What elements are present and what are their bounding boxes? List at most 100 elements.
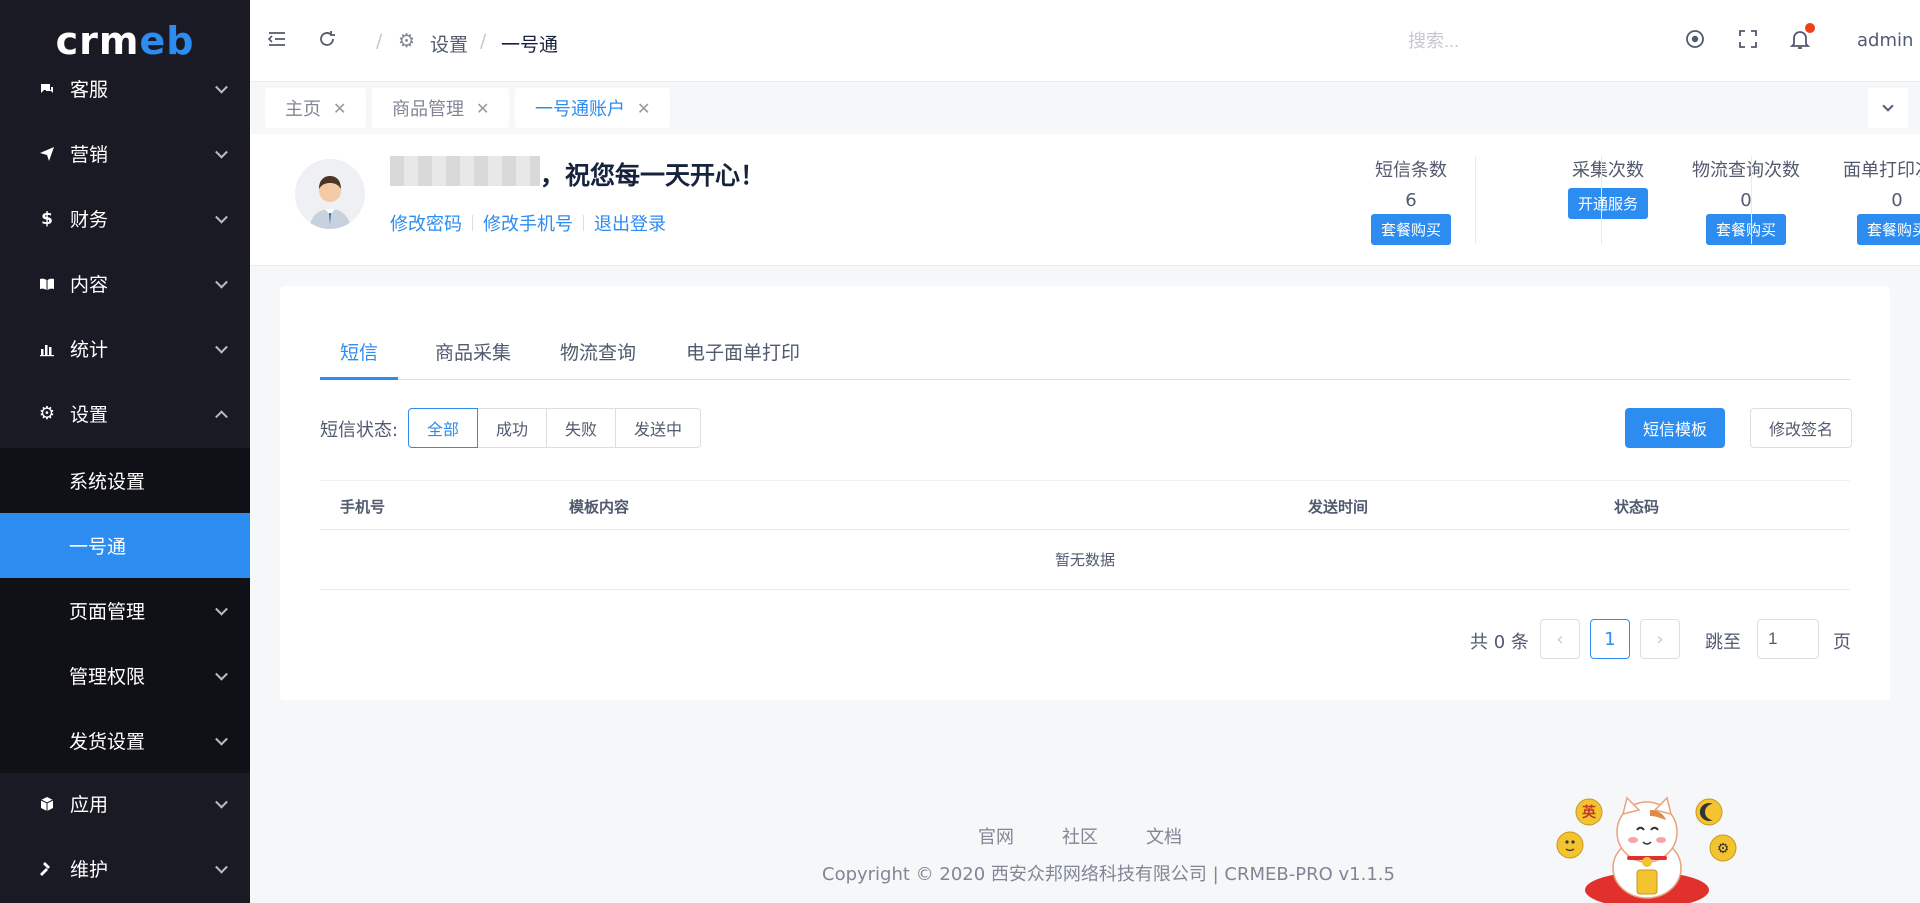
tabs-dropdown[interactable] xyxy=(1868,88,1908,128)
book-icon xyxy=(38,275,56,293)
divider xyxy=(1601,156,1602,244)
sidebar-item-maintenance[interactable]: 维护 xyxy=(0,836,250,901)
dollar-icon: $ xyxy=(41,208,53,229)
chevron-up-icon xyxy=(215,409,228,423)
sidebar-subitem-yihaotong[interactable]: 一号通 xyxy=(0,513,250,578)
breadcrumb-separator: / xyxy=(376,30,383,52)
buy-package-button[interactable]: 套餐购买 xyxy=(1856,214,1920,245)
sidebar-subitem-page-management[interactable]: 页面管理 xyxy=(0,578,250,643)
tab-yihaotong-account[interactable]: 一号通账户 ✕ xyxy=(515,88,671,128)
filter-sending[interactable]: 发送中 xyxy=(615,408,702,448)
close-icon[interactable]: ✕ xyxy=(637,99,650,118)
footer-link-docs[interactable]: 文档 xyxy=(1146,823,1182,849)
jump-page-input[interactable] xyxy=(1757,619,1819,659)
sidebar-item-label: 设置 xyxy=(70,404,109,426)
locate-icon[interactable] xyxy=(1684,28,1710,54)
stat-value: 6 xyxy=(1405,190,1417,211)
pagination-total: 共 0 条 xyxy=(1470,632,1529,653)
sidebar-item-label: 维护 xyxy=(70,859,109,881)
buy-package-button[interactable]: 套餐购买 xyxy=(1370,214,1451,245)
stat-sms-count: 短信条数 6 套餐购买 xyxy=(1341,156,1481,245)
divider xyxy=(472,215,473,231)
sidebar-item-settings[interactable]: ⚙ 设置 xyxy=(0,381,250,446)
records-card: 短信 商品采集 物流查询 电子面单打印 短信状态: 全部 成功 失败 发送中 短… xyxy=(280,286,1890,700)
tab-product-collect[interactable]: 商品采集 xyxy=(415,336,531,380)
tab-logistics-query[interactable]: 物流查询 xyxy=(540,336,656,380)
chevron-down-icon xyxy=(215,80,228,94)
sidebar-subitem-label: 页面管理 xyxy=(69,601,146,623)
filter-all[interactable]: 全部 xyxy=(408,408,479,448)
sidebar: crm eb 客服 营销 $ 财务 内容 统计 ⚙ 设置 系统设置 一号通 页面… xyxy=(0,0,250,903)
open-service-button[interactable]: 开通服务 xyxy=(1567,188,1648,219)
jump-label: 跳至 xyxy=(1705,632,1741,653)
sms-status-label: 短信状态: xyxy=(320,420,399,441)
sidebar-item-customer-service[interactable]: 客服 xyxy=(0,56,250,121)
chevron-down-icon xyxy=(1882,100,1894,112)
sidebar-subitem-shipping-settings[interactable]: 发货设置 xyxy=(0,708,250,773)
divider xyxy=(583,215,584,231)
close-icon[interactable]: ✕ xyxy=(333,99,346,118)
breadcrumb-settings[interactable]: 设置 xyxy=(430,30,468,57)
menu-collapse-icon[interactable] xyxy=(266,28,292,54)
table-empty: 暂无数据 xyxy=(320,530,1850,590)
sidebar-item-finance[interactable]: $ 财务 xyxy=(0,186,250,251)
chevron-down-icon xyxy=(215,145,228,159)
sms-template-button[interactable]: 短信模板 xyxy=(1625,408,1726,448)
prev-page-button[interactable]: ‹ xyxy=(1540,619,1580,659)
refresh-icon[interactable] xyxy=(316,28,342,54)
stat-value: 0 xyxy=(1891,190,1903,211)
stat-waybill-print-count: 面单打印次数 0 套餐购买 xyxy=(1827,156,1920,245)
edit-signature-button[interactable]: 修改签名 xyxy=(1750,408,1853,448)
next-page-button[interactable]: › xyxy=(1640,619,1680,659)
filter-failed[interactable]: 失败 xyxy=(546,408,617,448)
chevron-down-icon xyxy=(215,795,228,809)
tab-label: 主页 xyxy=(285,99,321,120)
change-password-link[interactable]: 修改密码 xyxy=(390,210,462,236)
stat-collect-count: 采集次数 开通服务 xyxy=(1538,156,1678,219)
bell-icon[interactable] xyxy=(1789,23,1815,54)
tab-sms[interactable]: 短信 xyxy=(320,336,399,380)
sidebar-item-label: 营销 xyxy=(70,144,109,166)
change-phone-link[interactable]: 修改手机号 xyxy=(483,210,573,236)
greeting-text: ，祝您每一天开心！ xyxy=(540,161,766,190)
tab-waybill-print[interactable]: 电子面单打印 xyxy=(666,336,820,380)
footer-link-website[interactable]: 官网 xyxy=(978,823,1014,849)
tab-home[interactable]: 主页 ✕ xyxy=(265,88,367,128)
tab-label: 商品管理 xyxy=(392,99,464,120)
sidebar-item-label: 内容 xyxy=(70,274,109,296)
lucky-cat-mascot[interactable]: 英 ⚙ xyxy=(1555,790,1745,903)
sms-status-filter: 全部 成功 失败 发送中 xyxy=(408,408,702,448)
stat-logistics-count: 物流查询次数 0 套餐购买 xyxy=(1676,156,1816,245)
footer-link-community[interactable]: 社区 xyxy=(1062,823,1098,849)
tab-product-management[interactable]: 商品管理 ✕ xyxy=(372,88,510,128)
page-1-button[interactable]: 1 xyxy=(1590,619,1630,659)
user-menu[interactable]: admin xyxy=(1857,30,1913,51)
cube-icon xyxy=(38,795,56,813)
masked-username xyxy=(390,156,540,186)
sidebar-item-statistics[interactable]: 统计 xyxy=(0,316,250,381)
sidebar-item-content[interactable]: 内容 xyxy=(0,251,250,316)
fullscreen-icon[interactable] xyxy=(1737,28,1763,54)
search-input[interactable] xyxy=(1408,24,1608,58)
close-icon[interactable]: ✕ xyxy=(476,99,489,118)
buy-package-button[interactable]: 套餐购买 xyxy=(1705,214,1786,245)
stat-label: 采集次数 xyxy=(1572,160,1644,181)
footer-links: 官网 社区 文档 xyxy=(978,823,1230,849)
account-profile: ，祝您每一天开心！ 修改密码 修改手机号 退出登录 短信条数 6 套餐购买 采集… xyxy=(250,134,1920,266)
table-header: 手机号 模板内容 发送时间 状态码 xyxy=(320,480,1850,530)
breadcrumb-current: 一号通 xyxy=(501,34,559,56)
chevron-down-icon xyxy=(215,732,228,746)
chevron-down-icon xyxy=(215,275,228,289)
filter-success[interactable]: 成功 xyxy=(477,408,548,448)
bar-chart-icon xyxy=(38,340,56,358)
send-icon xyxy=(38,145,56,163)
pagination: 共 0 条 ‹ 1 › 跳至 页 xyxy=(1470,619,1851,659)
sidebar-subitem-permissions[interactable]: 管理权限 xyxy=(0,643,250,708)
logout-link[interactable]: 退出登录 xyxy=(594,210,666,236)
stat-label: 面单打印次数 xyxy=(1843,160,1920,181)
column-template-content: 模板内容 xyxy=(569,498,630,516)
sidebar-item-marketing[interactable]: 营销 xyxy=(0,121,250,186)
sidebar-item-apps[interactable]: 应用 xyxy=(0,771,250,836)
sidebar-subitem-system-settings[interactable]: 系统设置 xyxy=(0,448,250,513)
breadcrumb-separator: / xyxy=(480,30,487,52)
